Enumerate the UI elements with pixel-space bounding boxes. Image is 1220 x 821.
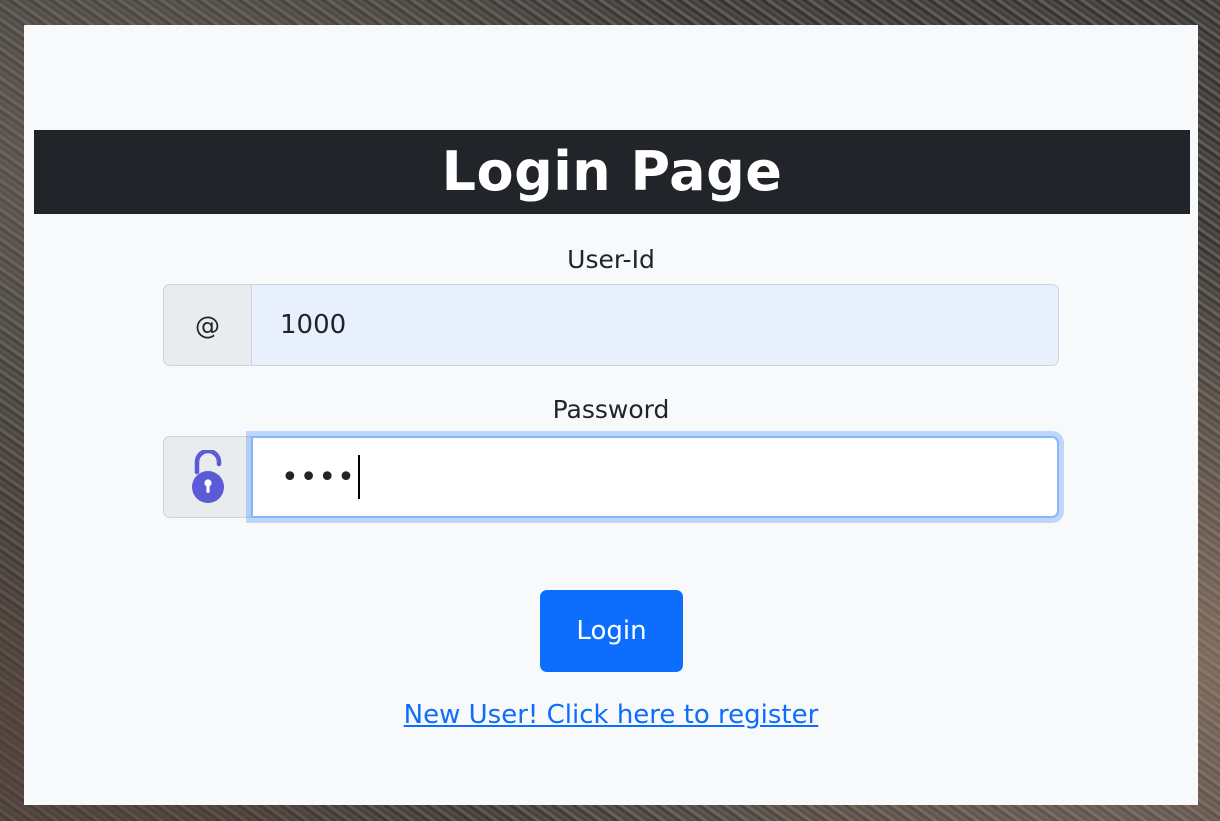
register-link-container: New User! Click here to register <box>24 700 1198 730</box>
password-input-group: •••• <box>163 436 1059 518</box>
register-link[interactable]: New User! Click here to register <box>404 700 819 730</box>
page-title: Login Page <box>34 130 1190 214</box>
login-card: Login Page User-Id @ 1000 Password •••• … <box>24 25 1198 805</box>
password-value: •••• <box>281 459 356 495</box>
user-id-input-group: @ 1000 <box>163 284 1059 366</box>
login-button[interactable]: Login <box>540 590 683 672</box>
password-addon <box>163 436 251 518</box>
password-input[interactable]: •••• <box>251 436 1059 518</box>
text-caret <box>357 455 360 499</box>
at-icon: @ <box>163 284 251 366</box>
password-label: Password <box>552 395 670 424</box>
user-id-value: 1000 <box>280 310 347 340</box>
user-id-input[interactable]: 1000 <box>251 284 1059 366</box>
unlocked-padlock-icon <box>191 450 224 503</box>
user-id-label: User-Id <box>567 245 655 274</box>
